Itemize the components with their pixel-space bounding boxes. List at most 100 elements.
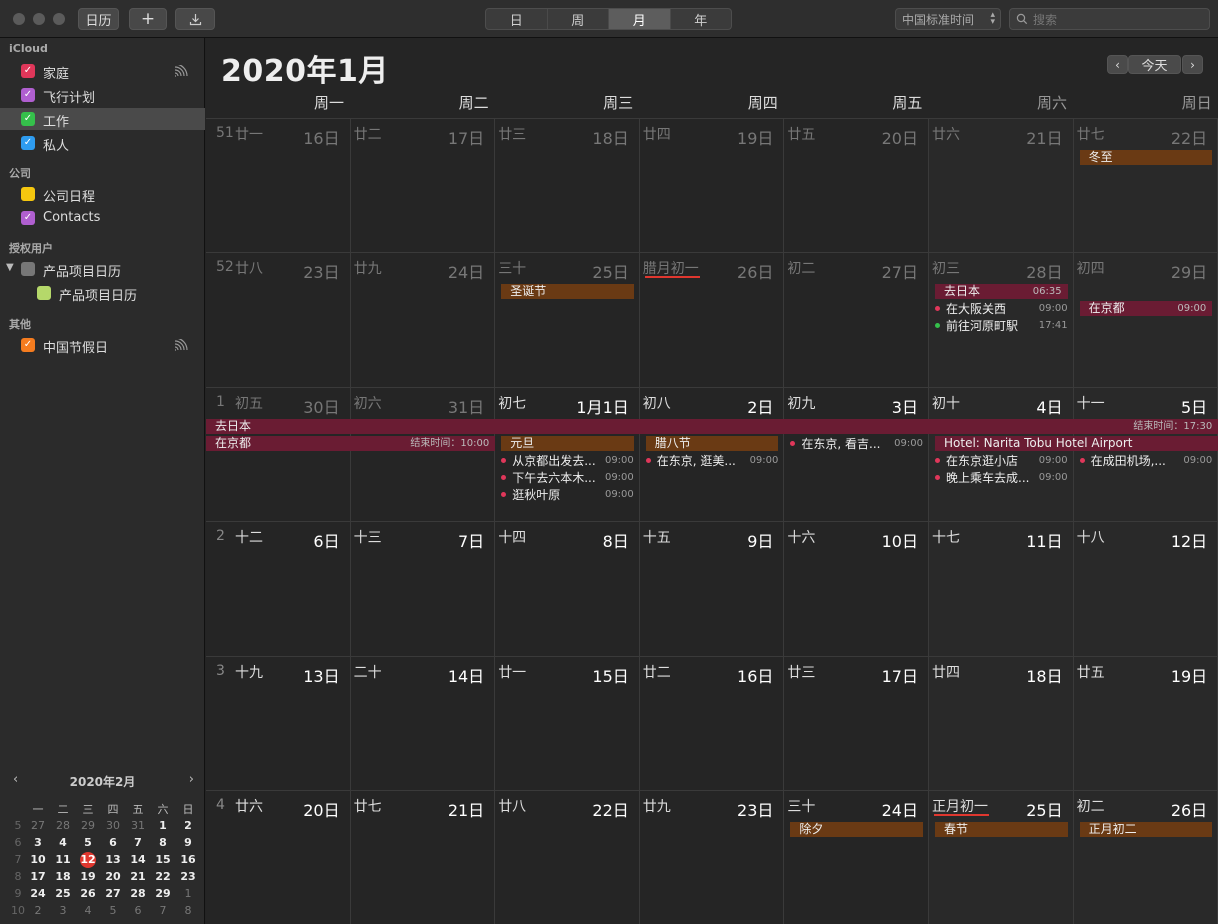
mini-day[interactable]: 2: [178, 819, 198, 832]
day-cell[interactable]: 1 初五 30日: [206, 386, 351, 522]
mini-day[interactable]: 24: [28, 887, 48, 900]
event-item[interactable]: 在大阪关西 09:00: [935, 301, 1074, 317]
mini-day[interactable]: 29: [78, 819, 98, 832]
mini-day[interactable]: 4: [78, 904, 98, 917]
calendar-checkbox[interactable]: ✓: [21, 338, 35, 352]
event-item[interactable]: 晚上乘车去成... 09:00: [935, 470, 1074, 486]
calendar-item[interactable]: 公司日程: [0, 183, 205, 205]
event-bar[interactable]: 去日本 结束时间：17:30: [206, 418, 1218, 434]
day-cell[interactable]: 51 廿一 16日: [206, 118, 351, 253]
calendar-item[interactable]: ✓ Contacts: [0, 207, 205, 229]
mini-day[interactable]: 11: [53, 853, 73, 866]
event-bar[interactable]: 腊八节: [645, 435, 779, 451]
mini-day[interactable]: 14: [128, 853, 148, 866]
mini-day[interactable]: 3: [28, 836, 48, 849]
event-bar[interactable]: 在京都 09:00: [1079, 301, 1213, 317]
mini-day[interactable]: 27: [103, 887, 123, 900]
import-button[interactable]: [175, 8, 215, 30]
prev-month-button[interactable]: ‹: [1107, 55, 1128, 74]
day-cell[interactable]: 十六 10日: [784, 521, 929, 656]
calendar-item[interactable]: ✓ 私人: [0, 132, 205, 154]
day-cell[interactable]: 初二 27日: [784, 252, 929, 387]
event-bar[interactable]: 正月初二: [1079, 822, 1213, 837]
mini-day[interactable]: 5: [78, 836, 98, 849]
day-cell[interactable]: 十五 9日: [639, 521, 785, 656]
day-cell[interactable]: 廿二 16日: [639, 655, 785, 790]
day-cell[interactable]: 初四 29日: [1073, 252, 1218, 387]
mini-day[interactable]: 8: [178, 904, 198, 917]
event-bar[interactable]: 圣诞节: [501, 284, 634, 300]
view-tab-1[interactable]: 周: [548, 9, 609, 29]
event-bar[interactable]: 去日本 06:35: [935, 284, 1068, 300]
day-cell[interactable]: 廿九 23日: [639, 790, 785, 924]
day-cell[interactable]: 初二 26日: [1073, 790, 1218, 924]
day-cell[interactable]: 十八 12日: [1073, 521, 1218, 656]
event-bar[interactable]: Hotel: Narita Tobu Hotel Airport: [935, 435, 1218, 451]
timezone-select[interactable]: 中国标准时间 ▴ ▾: [895, 8, 1001, 30]
calendar-checkbox[interactable]: ✓: [21, 211, 35, 225]
mini-day[interactable]: 3: [53, 904, 73, 917]
mini-day[interactable]: 25: [53, 887, 73, 900]
day-cell[interactable]: 52 廿八 23日: [206, 252, 351, 387]
day-cell[interactable]: 3 十九 13日: [206, 655, 351, 790]
day-cell[interactable]: 廿三 17日: [784, 655, 929, 790]
mini-day[interactable]: 1: [153, 819, 173, 832]
mini-day[interactable]: 6: [128, 904, 148, 917]
day-cell[interactable]: 廿九 24日: [350, 252, 496, 387]
mini-day[interactable]: 9: [178, 836, 198, 849]
add-event-button[interactable]: +: [129, 8, 167, 30]
mini-day[interactable]: 5: [103, 904, 123, 917]
day-cell[interactable]: 正月初一 25日: [929, 790, 1074, 924]
mini-day[interactable]: 16: [178, 853, 198, 866]
day-cell[interactable]: 廿三 18日: [495, 118, 640, 253]
mini-day[interactable]: 21: [128, 870, 148, 883]
mini-day[interactable]: 17: [28, 870, 48, 883]
event-item[interactable]: 从京都出发去... 09:00: [501, 453, 640, 469]
calendar-checkbox[interactable]: ✓: [21, 136, 35, 150]
calendar-checkbox[interactable]: ✓: [21, 88, 35, 102]
event-item[interactable]: 在成田机场,... 09:00: [1079, 453, 1218, 469]
calendar-item[interactable]: ✓ 家庭: [0, 60, 205, 82]
event-item[interactable]: 在东京逛小店 09:00: [935, 453, 1074, 469]
event-item[interactable]: 在东京, 逛美... 09:00: [645, 453, 785, 469]
day-cell[interactable]: 廿四 19日: [639, 118, 785, 253]
event-bar[interactable]: 元旦: [501, 435, 634, 451]
day-cell[interactable]: 2 十二 6日: [206, 521, 351, 656]
day-cell[interactable]: 初六 31日: [350, 386, 496, 522]
mini-day[interactable]: 26: [78, 887, 98, 900]
calendar-item[interactable]: ✓ 飞行计划: [0, 84, 205, 106]
mini-day[interactable]: 19: [78, 870, 98, 883]
day-cell[interactable]: 十四 8日: [495, 521, 640, 656]
calendar-checkbox[interactable]: [21, 262, 35, 276]
mini-day[interactable]: 28: [53, 819, 73, 832]
event-item[interactable]: 下午去六本木... 09:00: [501, 470, 640, 486]
mini-day[interactable]: 28: [128, 887, 148, 900]
mini-day[interactable]: 8: [153, 836, 173, 849]
calendar-item[interactable]: ✓ 中国节假日: [0, 334, 205, 356]
view-tab-2[interactable]: 月: [609, 9, 671, 29]
day-cell[interactable]: 十七 11日: [929, 521, 1074, 656]
disclosure-triangle-icon[interactable]: ▼: [6, 262, 14, 273]
day-cell[interactable]: 三十 25日: [495, 252, 640, 387]
mini-day[interactable]: 4: [53, 836, 73, 849]
mini-day[interactable]: 23: [178, 870, 198, 883]
today-button[interactable]: 今天: [1128, 55, 1181, 74]
day-cell[interactable]: 4 廿六 20日: [206, 790, 351, 924]
mini-day[interactable]: 20: [103, 870, 123, 883]
day-cell[interactable]: 三十 24日: [784, 790, 929, 924]
calendar-checkbox[interactable]: ✓: [21, 64, 35, 78]
event-bar[interactable]: 在京都 结束时间：10:00: [206, 435, 496, 451]
search-field[interactable]: 搜索: [1009, 8, 1210, 30]
mini-day[interactable]: 30: [103, 819, 123, 832]
event-item[interactable]: 在东京, 看吉... 09:00: [790, 436, 929, 452]
day-cell[interactable]: 廿七 21日: [350, 790, 496, 924]
day-cell[interactable]: 初九 3日: [784, 386, 929, 522]
day-cell[interactable]: 十三 7日: [350, 521, 496, 656]
day-cell[interactable]: 廿五 19日: [1073, 655, 1218, 790]
mini-day[interactable]: 13: [103, 853, 123, 866]
calendar-checkbox[interactable]: ✓: [21, 112, 35, 126]
mini-day[interactable]: 10: [28, 853, 48, 866]
mini-next-month-button[interactable]: ›: [189, 772, 194, 787]
day-cell[interactable]: 廿七 22日: [1073, 118, 1218, 253]
mini-day[interactable]: 31: [128, 819, 148, 832]
